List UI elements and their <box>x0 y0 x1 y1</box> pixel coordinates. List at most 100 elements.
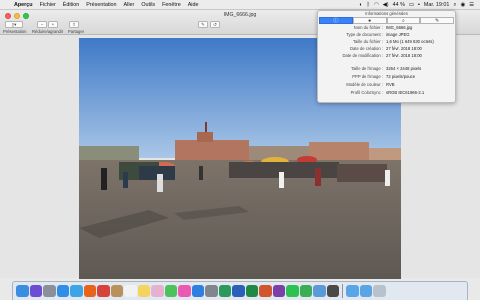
app-store-icon[interactable] <box>191 284 204 298</box>
flag-icon[interactable]: ▪ <box>418 2 420 8</box>
inspector-tabs: ⓘ ● ⌕ ✎ <box>319 17 454 24</box>
tab-more-info[interactable]: ● <box>352 17 387 24</box>
system-preferences-icon[interactable] <box>205 284 218 298</box>
facetime-icon[interactable] <box>299 284 312 298</box>
siri-menu-icon[interactable]: ◉ <box>460 2 465 8</box>
word-icon[interactable] <box>232 284 245 298</box>
info-label: PPP de l'image : <box>352 74 383 79</box>
excel-icon[interactable] <box>245 284 258 298</box>
tab-annotations[interactable]: ✎ <box>420 17 454 24</box>
info-label: Taille de l'image : <box>351 66 383 71</box>
bluetooth-icon[interactable]: ᛒ <box>367 2 370 8</box>
info-value: 1,6 Mo (1 649 630 octets) <box>386 39 434 44</box>
spotlight-icon[interactable]: ⌕ <box>453 2 456 9</box>
info-row-color-model: Modèle de couleur : RVB <box>318 82 455 88</box>
info-label: Profil ColorSync : <box>350 90 383 95</box>
info-row-modified: Date de modification : 27 févr. 2018 18:… <box>318 53 455 59</box>
info-label: Date de création : <box>349 46 383 51</box>
zoom-out-icon: − <box>40 22 44 27</box>
pen-icon: ✎ <box>435 17 440 24</box>
wifi-icon[interactable]: ◠ <box>374 2 379 8</box>
share-button[interactable]: ⇧ <box>69 21 79 28</box>
launchpad-icon[interactable] <box>43 284 56 298</box>
info-row-type: Type de document : image JPEG <box>318 32 455 38</box>
info-row-created: Date de création : 27 févr. 2018 18:00 <box>318 46 455 52</box>
view-menu-button[interactable]: ▯▾ <box>5 21 23 28</box>
share-label: Partager <box>68 29 85 34</box>
markup-button[interactable]: ✎ <box>198 21 208 28</box>
trash-icon[interactable] <box>373 284 386 298</box>
info-row-size: Taille du fichier : 1,6 Mo (1 649 630 oc… <box>318 39 455 45</box>
info-label: Nom du fichier : <box>353 25 383 30</box>
menu-aller[interactable]: Aller <box>124 2 135 8</box>
dock <box>12 281 468 300</box>
info-icon: ⓘ <box>333 18 339 24</box>
notification-center-icon[interactable]: ☰ <box>469 2 474 8</box>
vpn-icon[interactable] <box>218 284 231 298</box>
photos-icon[interactable] <box>151 284 164 298</box>
menu-edition[interactable]: Édition <box>63 2 79 8</box>
onenote-icon[interactable] <box>272 284 285 298</box>
zoom-in-icon: + <box>51 22 55 27</box>
documents-folder-icon[interactable] <box>359 284 372 298</box>
info-dot-icon: ● <box>368 17 372 24</box>
messages-icon[interactable] <box>164 284 177 298</box>
menu-fenetre[interactable]: Fenêtre <box>162 2 181 8</box>
info-value: 27 févr. 2018 18:00 <box>386 53 422 58</box>
menu-app[interactable]: Aperçu <box>14 2 33 8</box>
sidebar-icon: ▯▾ <box>11 21 17 27</box>
finder-icon[interactable] <box>16 284 29 298</box>
contacts-icon[interactable] <box>110 284 123 298</box>
info-row-dimensions: Taille de l'image : 3264 × 2448 pixels <box>318 66 455 72</box>
info-label: Type de document : <box>346 32 383 37</box>
preview-icon[interactable] <box>313 284 326 298</box>
siri-icon[interactable] <box>29 284 42 298</box>
zoom-label: Réduire/agrandir <box>32 29 64 34</box>
rotate-icon: ↺ <box>213 21 217 27</box>
info-value: IMG_6666.jpg <box>386 25 413 30</box>
downloads-folder-icon[interactable] <box>346 284 359 298</box>
info-row-dpi: PPP de l'image : 72 pixels/pouce <box>318 74 455 80</box>
info-value: image JPEG <box>386 32 410 37</box>
pen-icon: ✎ <box>201 21 205 27</box>
info-label: Date de modification : <box>342 53 383 58</box>
info-label: Modèle de couleur : <box>346 82 383 87</box>
view-label: Présentation <box>3 29 27 34</box>
twitter-icon[interactable] <box>70 284 83 298</box>
firefox-icon[interactable] <box>83 284 96 298</box>
chrome-icon[interactable] <box>97 284 110 298</box>
zoom-in-button[interactable]: + <box>48 21 58 28</box>
info-row-filename: Nom du fichier : IMG_6666.jpg <box>318 25 455 31</box>
info-value: 27 févr. 2018 18:00 <box>386 46 422 51</box>
status-area: ◐ ᛒ ◠ ◀) 44 % ▭ ▪ Mar. 19:01 ⌕ ◉ ☰ <box>359 0 474 10</box>
camera-icon[interactable] <box>326 284 339 298</box>
share-icon: ⇧ <box>72 21 76 27</box>
safari-icon[interactable] <box>56 284 69 298</box>
volume-icon[interactable]: ◀) <box>383 2 389 8</box>
search-icon: ⌕ <box>401 17 405 24</box>
tab-general-info[interactable]: ⓘ <box>319 17 353 24</box>
whatsapp-icon[interactable] <box>286 284 299 298</box>
calendar-icon[interactable] <box>124 284 137 298</box>
rotate-button[interactable]: ↺ <box>210 21 220 28</box>
menu-presentation[interactable]: Présentation <box>86 2 116 8</box>
itunes-icon[interactable] <box>178 284 191 298</box>
zoom-out-button[interactable]: − <box>37 21 47 28</box>
dock-separator <box>342 284 343 298</box>
info-label: Taille du fichier : <box>352 39 383 44</box>
powerpoint-icon[interactable] <box>259 284 272 298</box>
inspector-panel: Informations générales ⓘ ● ⌕ ✎ Nom du fi… <box>317 10 456 103</box>
clock[interactable]: Mar. 19:01 <box>424 2 449 8</box>
info-row-colorsync: Profil ColorSync : sRGB IEC61966-2.1 <box>318 90 455 96</box>
menu-aide[interactable]: Aide <box>188 2 199 8</box>
tab-keywords[interactable]: ⌕ <box>386 17 421 24</box>
menu-outils[interactable]: Outils <box>141 2 155 8</box>
info-value: 3264 × 2448 pixels <box>386 66 422 71</box>
battery-percent[interactable]: 44 % <box>393 2 405 8</box>
info-value: 72 pixels/pouce <box>386 74 416 79</box>
info-value: sRGB IEC61966-2.1 <box>386 90 425 95</box>
cast-icon[interactable]: ◐ <box>359 2 362 8</box>
notes-icon[interactable] <box>137 284 150 298</box>
battery-icon[interactable]: ▭ <box>409 2 414 8</box>
menu-fichier[interactable]: Fichier <box>40 2 56 8</box>
